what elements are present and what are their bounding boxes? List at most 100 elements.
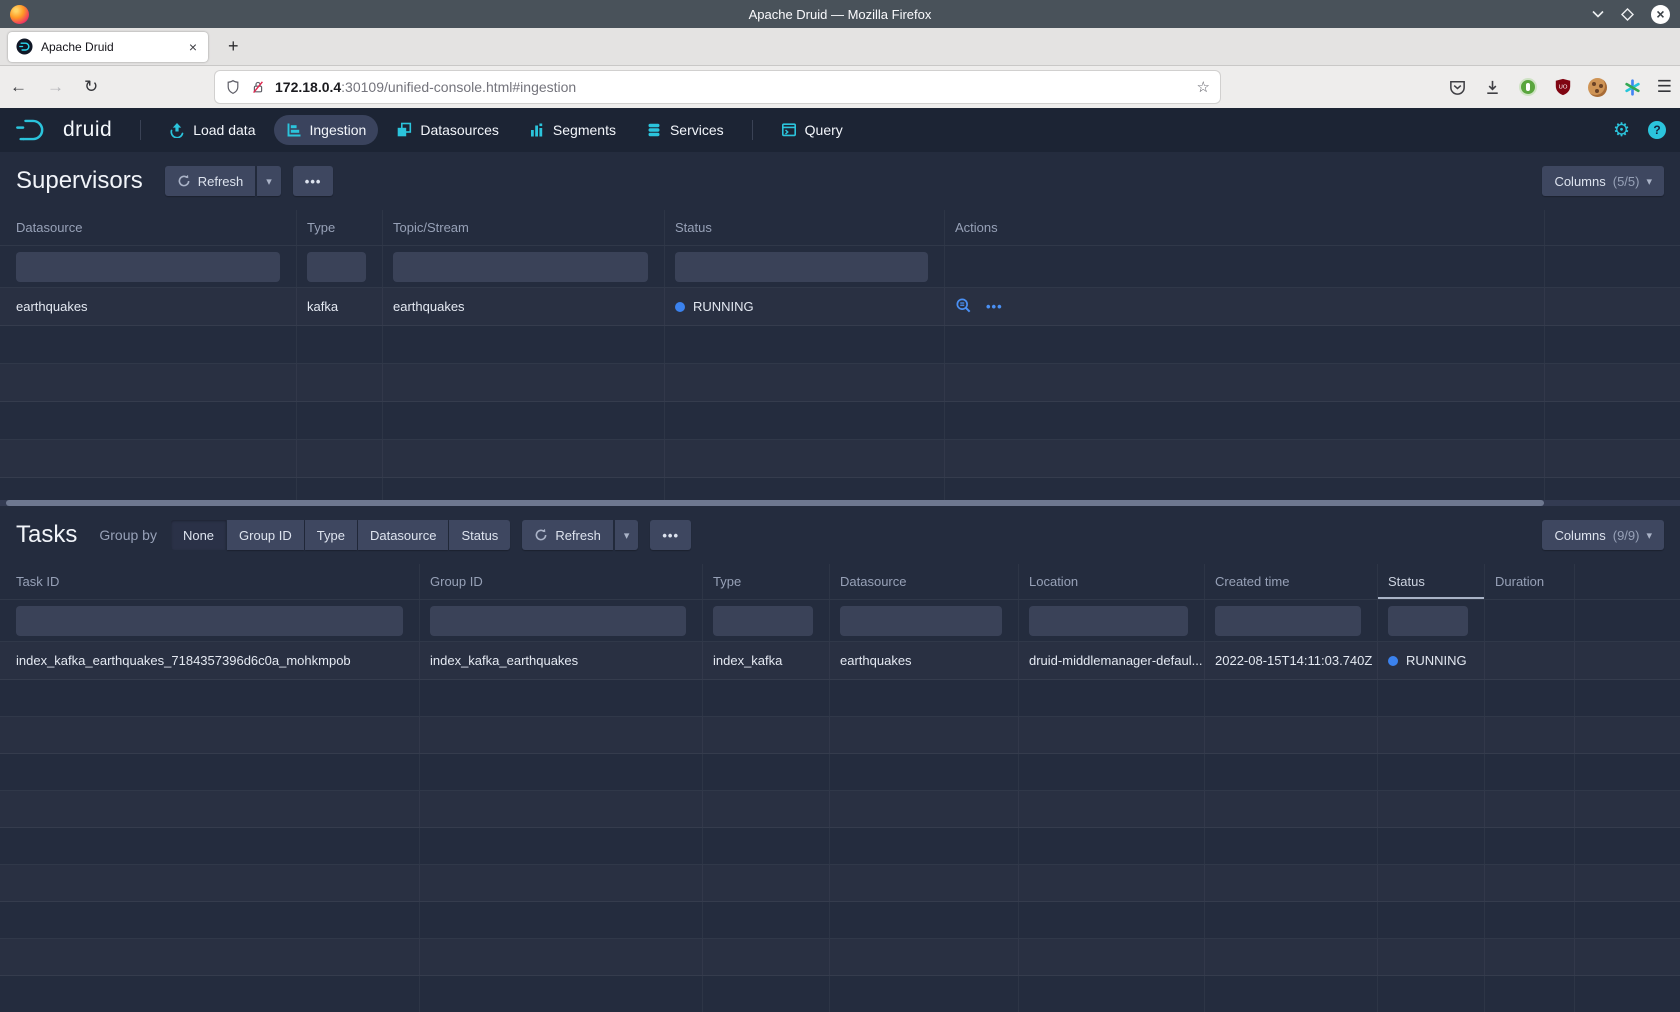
col-header-location[interactable]: Location [1019, 564, 1205, 599]
downloads-icon[interactable] [1482, 76, 1504, 98]
firefox-logo-icon [10, 5, 29, 24]
window-titlebar[interactable]: Apache Druid — Mozilla Firefox × [0, 0, 1680, 28]
nav-load-data[interactable]: Load data [157, 115, 267, 145]
bookmark-star-icon[interactable]: ☆ [1197, 78, 1210, 96]
tasks-columns-button[interactable]: Columns (9/9) ▾ [1542, 520, 1664, 550]
caret-down-icon: ▾ [624, 529, 630, 542]
window-close-button[interactable]: × [1651, 5, 1670, 24]
supervisors-section: Supervisors Refresh ▾ ••• Columns (5/5) … [0, 152, 1680, 506]
col-header-type[interactable]: Type [297, 210, 383, 245]
url-text[interactable]: 172.18.0.4:30109/unified-console.html#in… [275, 79, 1188, 95]
shield-icon[interactable] [225, 79, 241, 95]
group-by-group-id-button[interactable]: Group ID [227, 520, 304, 550]
task-datasource[interactable]: earthquakes [830, 642, 1019, 679]
group-by-status-button[interactable]: Status [449, 520, 510, 550]
supervisor-more-actions-icon[interactable]: ••• [986, 299, 1003, 314]
tasks-more-button[interactable]: ••• [650, 520, 691, 550]
asterisk-extension-icon[interactable] [1622, 76, 1644, 98]
druid-logo-icon [14, 117, 56, 143]
task-row[interactable]: index_kafka_earthquakes_7184357396d6c0a_… [0, 642, 1680, 680]
back-icon[interactable]: ← [10, 77, 27, 97]
tasks-refresh-caret-button[interactable]: ▾ [615, 520, 639, 550]
col-header-created-time[interactable]: Created time [1205, 564, 1378, 599]
supervisor-filter-datasource[interactable] [16, 252, 280, 282]
task-filter-group-id[interactable] [430, 606, 686, 636]
cookie-extension-icon[interactable] [1587, 76, 1609, 98]
task-group-id[interactable]: index_kafka_earthquakes [420, 642, 703, 679]
task-location[interactable]: druid-middlemanager-defaul... [1019, 642, 1205, 679]
nav-ingestion[interactable]: Ingestion [274, 115, 379, 145]
new-tab-button[interactable]: + [222, 36, 245, 57]
forward-icon[interactable]: → [47, 77, 64, 97]
supervisor-inspect-icon[interactable] [955, 297, 972, 317]
pocket-icon[interactable] [1447, 76, 1469, 98]
task-status: RUNNING [1406, 653, 1467, 668]
group-by-type-button[interactable]: Type [305, 520, 357, 550]
load-data-icon [169, 122, 185, 138]
nav-query[interactable]: Query [769, 115, 855, 145]
running-status-dot [675, 302, 685, 312]
task-filter-type[interactable] [713, 606, 813, 636]
col-header-status-sorted[interactable]: Status [1378, 564, 1485, 599]
group-by-none-button[interactable]: None [171, 520, 226, 550]
task-filter-datasource[interactable] [840, 606, 1002, 636]
druid-brand[interactable]: druid [14, 117, 112, 143]
col-header-actions: Actions [945, 210, 1545, 245]
task-filter-location[interactable] [1029, 606, 1188, 636]
col-header-datasource[interactable]: Datasource [0, 210, 297, 245]
tab-close-icon[interactable]: × [186, 39, 200, 55]
segments-icon [529, 122, 545, 138]
nav-load-data-label: Load data [193, 122, 255, 138]
help-icon[interactable]: ? [1648, 121, 1666, 139]
nav-segments[interactable]: Segments [517, 115, 628, 145]
tab-bar: Apache Druid × + [0, 28, 1680, 66]
col-header-status[interactable]: Status [665, 210, 945, 245]
col-header-duration[interactable]: Duration [1485, 564, 1575, 599]
supervisor-filter-topic[interactable] [393, 252, 648, 282]
col-header-datasource[interactable]: Datasource [830, 564, 1019, 599]
menu-icon[interactable]: ☰ [1657, 77, 1672, 97]
extension-privacy-icon[interactable] [1517, 76, 1539, 98]
col-header-topic-stream[interactable]: Topic/Stream [383, 210, 665, 245]
task-created-time[interactable]: 2022-08-15T14:11:03.740Z [1205, 642, 1378, 679]
ublock-origin-icon[interactable]: UO [1552, 76, 1574, 98]
insecure-lock-icon[interactable] [250, 79, 266, 95]
task-type[interactable]: index_kafka [703, 642, 830, 679]
task-filter-task-id[interactable] [16, 606, 403, 636]
supervisor-filter-type[interactable] [307, 252, 366, 282]
task-filter-created-time[interactable] [1215, 606, 1361, 636]
reload-icon[interactable]: ↻ [84, 77, 98, 97]
nav-query-label: Query [805, 122, 843, 138]
window-title: Apache Druid — Mozilla Firefox [0, 7, 1680, 22]
nav-datasources-label: Datasources [420, 122, 499, 138]
window-maximize-icon[interactable] [1621, 8, 1634, 21]
task-filter-status[interactable] [1388, 606, 1468, 636]
tasks-table: Task ID Group ID Type Datasource Locatio… [0, 564, 1680, 1012]
tab-apache-druid[interactable]: Apache Druid × [8, 32, 208, 62]
supervisor-row[interactable]: earthquakes kafka earthquakes RUNNING ••… [0, 288, 1680, 326]
supervisor-topic[interactable]: earthquakes [383, 288, 665, 325]
tasks-title: Tasks [16, 521, 77, 549]
supervisors-more-button[interactable]: ••• [293, 166, 334, 196]
nav-ingestion-label: Ingestion [310, 122, 367, 138]
nav-datasources[interactable]: Datasources [384, 115, 511, 145]
settings-gear-icon[interactable]: ⚙ [1613, 119, 1630, 142]
url-bar[interactable]: 172.18.0.4:30109/unified-console.html#in… [215, 71, 1220, 103]
task-id[interactable]: index_kafka_earthquakes_7184357396d6c0a_… [0, 642, 420, 679]
tasks-refresh-button[interactable]: Refresh [522, 520, 613, 550]
window-minimize-icon[interactable] [1592, 10, 1604, 18]
supervisors-table: Datasource Type Topic/Stream Status Acti… [0, 210, 1680, 506]
group-by-datasource-button[interactable]: Datasource [358, 520, 448, 550]
col-header-group-id[interactable]: Group ID [420, 564, 703, 599]
supervisors-refresh-caret-button[interactable]: ▾ [257, 166, 281, 196]
url-host: 172.18.0.4 [275, 79, 341, 95]
supervisor-type[interactable]: kafka [297, 288, 383, 325]
supervisors-refresh-button[interactable]: Refresh [165, 166, 256, 196]
col-header-type[interactable]: Type [703, 564, 830, 599]
supervisor-filter-status[interactable] [675, 252, 928, 282]
supervisors-columns-button[interactable]: Columns (5/5) ▾ [1542, 166, 1664, 196]
druid-console: druid Load data Ingestion Datasources S [0, 108, 1680, 1012]
nav-services[interactable]: Services [634, 115, 736, 145]
col-header-task-id[interactable]: Task ID [0, 564, 420, 599]
supervisor-datasource[interactable]: earthquakes [0, 288, 297, 325]
